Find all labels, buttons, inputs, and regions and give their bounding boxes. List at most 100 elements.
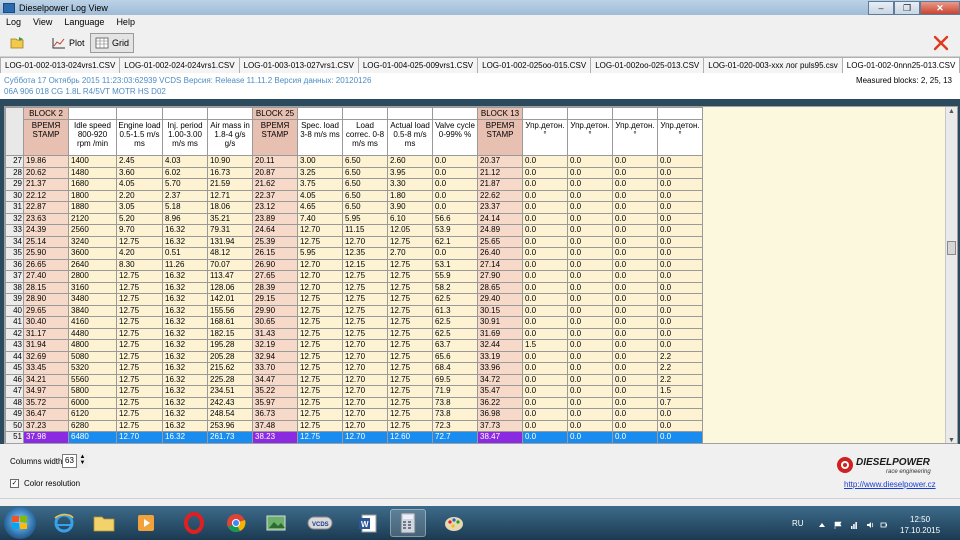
cell[interactable]: 29.40	[477, 293, 523, 306]
cell[interactable]: 0.0	[522, 350, 568, 363]
cell[interactable]: 12.75	[116, 396, 163, 409]
cell[interactable]: 62.5	[432, 316, 478, 329]
cell[interactable]: 0.0	[657, 316, 703, 329]
cell[interactable]: 16.32	[162, 235, 208, 248]
cell[interactable]: 36.22	[477, 396, 523, 409]
cell[interactable]: 8.96	[162, 212, 208, 225]
cell[interactable]: 26.65	[23, 258, 69, 271]
cell[interactable]: 12.75	[116, 350, 163, 363]
column-header[interactable]: Inj. period 1.00-3.00 m/s ms	[162, 119, 208, 156]
cell[interactable]: 23.63	[23, 212, 69, 225]
cell[interactable]: 55.9	[432, 270, 478, 283]
cell[interactable]: 31.69	[477, 327, 523, 340]
cell[interactable]: 2120	[68, 212, 117, 225]
cell[interactable]: 21.62	[252, 178, 298, 191]
cell[interactable]: 12.75	[116, 408, 163, 421]
cell[interactable]: 6120	[68, 408, 117, 421]
cell[interactable]: 23.89	[252, 212, 298, 225]
cell[interactable]: 19.86	[23, 155, 69, 168]
cell[interactable]: 29.65	[23, 304, 69, 317]
cell[interactable]: 12.75	[342, 293, 388, 306]
cell[interactable]: 27.14	[477, 258, 523, 271]
columns-width-stepper[interactable]: ▲ ▼	[76, 454, 88, 468]
cell[interactable]: 0.0	[657, 189, 703, 202]
cell[interactable]: 2.2	[657, 350, 703, 363]
plot-button[interactable]: Plot	[48, 33, 89, 53]
menu-language[interactable]: Language	[58, 17, 110, 27]
grid-button[interactable]: Grid	[90, 33, 135, 53]
cell[interactable]: 5.18	[162, 201, 208, 214]
column-header[interactable]: Spec. load 3-8 m/s ms	[297, 119, 343, 156]
cell[interactable]: 215.62	[207, 362, 253, 375]
cell[interactable]: 29.90	[252, 304, 298, 317]
cell[interactable]: 0.0	[522, 396, 568, 409]
cell[interactable]: 4800	[68, 339, 117, 352]
cell[interactable]: 12.75	[387, 293, 433, 306]
cell[interactable]: 21.87	[477, 178, 523, 191]
cell[interactable]: 16.32	[162, 339, 208, 352]
cell[interactable]: 12.75	[342, 270, 388, 283]
cell[interactable]: 24.89	[477, 224, 523, 237]
cell[interactable]: 20.62	[23, 166, 69, 179]
cell[interactable]: 3160	[68, 281, 117, 294]
cell[interactable]: 0.0	[567, 316, 613, 329]
cell[interactable]: 25.90	[23, 247, 69, 260]
scroll-thumb[interactable]	[947, 241, 956, 255]
cell[interactable]: 16.32	[162, 224, 208, 237]
cell[interactable]: 35.97	[252, 396, 298, 409]
cell[interactable]: 11.26	[162, 258, 208, 271]
minimize-button[interactable]: –	[868, 0, 894, 15]
cell[interactable]: 1.5	[657, 385, 703, 398]
cell[interactable]: 0.0	[522, 235, 568, 248]
cell[interactable]: 31.94	[23, 339, 69, 352]
cell[interactable]: 34.47	[252, 373, 298, 386]
cell[interactable]: 1480	[68, 166, 117, 179]
cell[interactable]: 225.28	[207, 373, 253, 386]
cell[interactable]: 205.28	[207, 350, 253, 363]
table-row[interactable]: 39 28.90 3480 12.75 16.32 142.01 29.15 12.75 12.…	[5, 293, 703, 306]
cell[interactable]: 12.70	[342, 235, 388, 248]
cell[interactable]: 31.43	[252, 327, 298, 340]
cell[interactable]: 33.96	[477, 362, 523, 375]
cell[interactable]: 7.40	[297, 212, 343, 225]
cell[interactable]: 65.6	[432, 350, 478, 363]
table-row[interactable]: 41 30.40 4160 12.75 16.32 168.61 30.65 12.75 12.…	[5, 316, 703, 329]
cell[interactable]: 0.0	[522, 419, 568, 432]
cell[interactable]: 242.43	[207, 396, 253, 409]
cell[interactable]: 12.75	[387, 396, 433, 409]
cell[interactable]: 28.65	[477, 281, 523, 294]
cell[interactable]: 6280	[68, 419, 117, 432]
table-row[interactable]: 40 29.65 3840 12.75 16.32 155.56 29.90 12.75 12.…	[5, 304, 703, 317]
cell[interactable]: 0.0	[612, 373, 658, 386]
cell[interactable]: 12.75	[116, 270, 163, 283]
cell[interactable]: 0.0	[522, 247, 568, 260]
cell[interactable]: 12.75	[387, 258, 433, 271]
flag-icon[interactable]	[834, 521, 842, 529]
cell[interactable]: 0.0	[567, 431, 613, 443]
cell[interactable]: 4.03	[162, 155, 208, 168]
cell[interactable]: 30.65	[252, 316, 298, 329]
cell[interactable]: 0.0	[567, 201, 613, 214]
cell[interactable]: 12.75	[297, 385, 343, 398]
cell[interactable]: 28.15	[23, 281, 69, 294]
cell[interactable]: 6.02	[162, 166, 208, 179]
cell[interactable]: 32.44	[477, 339, 523, 352]
table-row[interactable]: 28 20.62 1480 3.60 6.02 16.73 20.87 3.25 6.50 3.9…	[5, 166, 703, 179]
cell[interactable]: 6.10	[387, 212, 433, 225]
cell[interactable]: 182.15	[207, 327, 253, 340]
cell[interactable]: 12.75	[297, 362, 343, 375]
cell[interactable]: 73.8	[432, 396, 478, 409]
cell[interactable]: 0.0	[657, 166, 703, 179]
cell[interactable]: 12.75	[297, 293, 343, 306]
cell[interactable]: 0.0	[612, 155, 658, 168]
cell[interactable]: 32.94	[252, 350, 298, 363]
cell[interactable]: 12.75	[342, 327, 388, 340]
open-folder-button[interactable]	[6, 33, 30, 53]
cell[interactable]: 10.90	[207, 155, 253, 168]
cell[interactable]: 12.75	[387, 235, 433, 248]
cell[interactable]: 68.4	[432, 362, 478, 375]
cell[interactable]: 38.47	[477, 431, 523, 443]
cell[interactable]: 12.75	[387, 316, 433, 329]
cell[interactable]: 3.60	[116, 166, 163, 179]
cell[interactable]: 12.75	[297, 408, 343, 421]
